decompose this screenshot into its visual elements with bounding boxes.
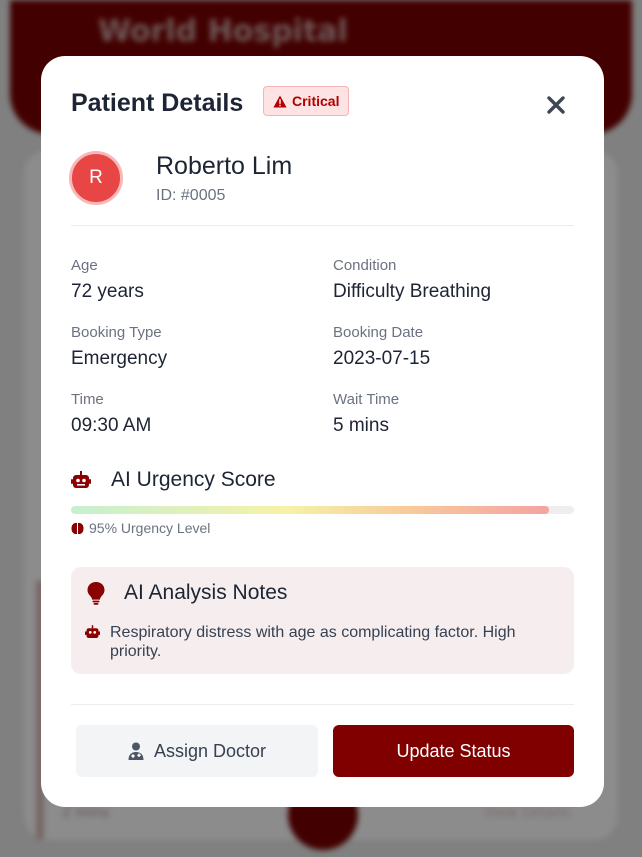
- robot-icon: [85, 625, 100, 638]
- robot-icon: [71, 471, 91, 488]
- ai-notes-text: Respiratory distress with age as complic…: [110, 624, 516, 660]
- ai-notes-header: AI Analysis Notes: [86, 581, 287, 605]
- urgency-progress-fill: [71, 506, 549, 514]
- urgency-progress-bar: [71, 506, 574, 514]
- time-value: 09:30 AM: [71, 415, 152, 436]
- avatar: R: [69, 151, 123, 205]
- critical-badge-label: Critical: [292, 93, 340, 109]
- ai-notes-title: AI Analysis Notes: [124, 581, 288, 604]
- age-label: Age: [71, 257, 98, 274]
- condition-label: Condition: [333, 257, 397, 274]
- assign-doctor-button[interactable]: Assign Doctor: [76, 725, 318, 777]
- wait-time-label: Wait Time: [333, 391, 400, 408]
- urgency-level: 95% Urgency Level: [71, 520, 210, 536]
- update-status-button[interactable]: Update Status: [333, 725, 574, 777]
- warning-triangle-icon: [273, 95, 287, 107]
- wait-time-value: 5 mins: [333, 415, 389, 436]
- patient-name: Roberto Lim: [156, 152, 293, 180]
- booking-type-label: Booking Type: [71, 324, 162, 341]
- ai-notes-item: Respiratory distress with age as complic…: [85, 623, 550, 661]
- age-value: 72 years: [71, 281, 144, 302]
- booking-date-value: 2023-07-15: [333, 348, 431, 369]
- assign-doctor-label: Assign Doctor: [153, 740, 267, 761]
- ai-urgency-title: AI Urgency Score: [111, 468, 276, 491]
- booking-date-label: Booking Date: [333, 324, 424, 341]
- doctor-icon: [128, 742, 144, 760]
- patient-id: ID: #0005: [156, 187, 226, 204]
- footer-divider: [71, 704, 574, 705]
- lightbulb-icon: [87, 582, 105, 605]
- critical-badge: Critical: [263, 86, 350, 116]
- ai-notes-panel: AI Analysis Notes Respiratory distress w…: [71, 567, 574, 674]
- close-icon: [547, 96, 565, 114]
- update-status-label: Update Status: [396, 740, 511, 761]
- ai-urgency-header: AI Urgency Score: [71, 468, 276, 492]
- booking-type-value: Emergency: [71, 348, 168, 369]
- header-divider: [71, 225, 574, 226]
- urgency-level-text: 95% Urgency Level: [89, 520, 211, 536]
- condition-value: Difficulty Breathing: [333, 281, 492, 302]
- time-label: Time: [71, 391, 104, 408]
- patient-details-modal: Patient Details Critical R Roberto Lim I…: [41, 56, 604, 807]
- brain-icon: [71, 522, 84, 534]
- close-button[interactable]: [541, 90, 571, 120]
- modal-title: Patient Details: [71, 89, 244, 117]
